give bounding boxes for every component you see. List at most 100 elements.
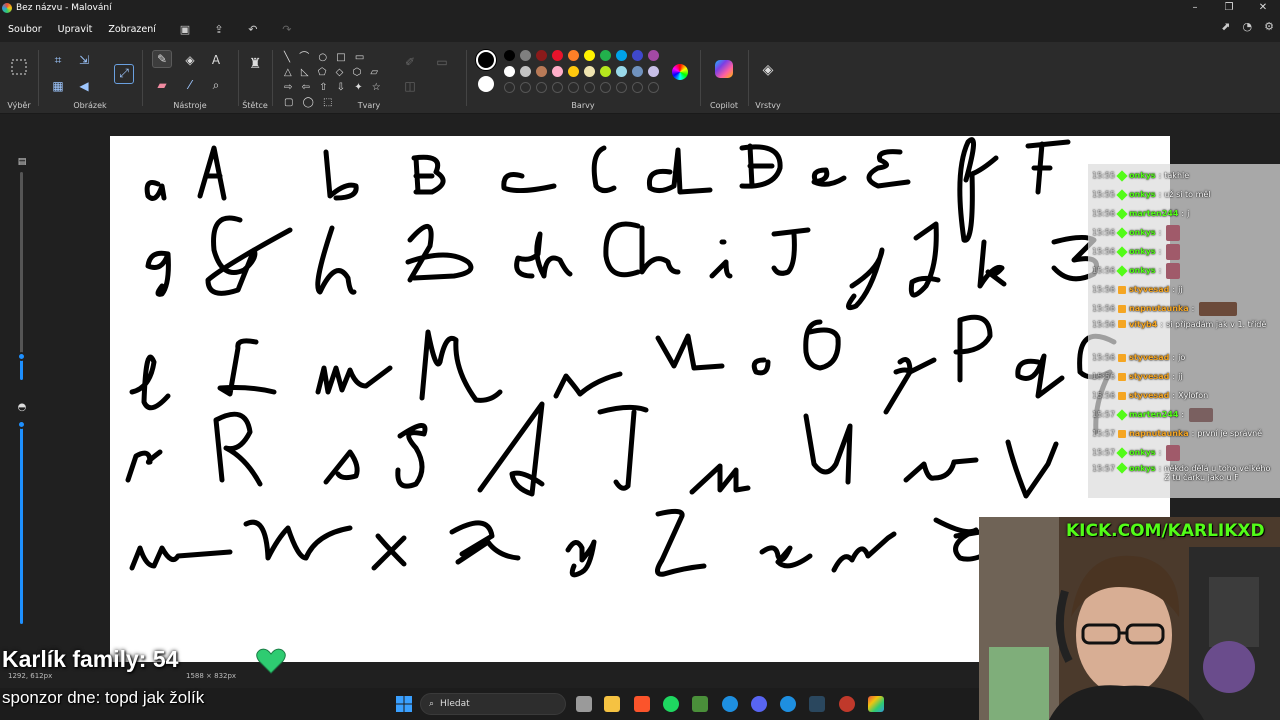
custom-color-slot[interactable] [568,82,579,93]
stroke-j [846,247,885,311]
steam-icon[interactable] [809,696,825,712]
rotate-icon[interactable]: ◀ [76,78,92,94]
app-c-icon[interactable] [780,696,796,712]
paint-taskbar-icon[interactable] [868,696,884,712]
shape-style-icon[interactable]: ◫ [402,78,418,94]
color-swatch[interactable] [616,66,627,77]
ccleaner-icon[interactable] [722,696,738,712]
custom-color-slot[interactable] [600,82,611,93]
shape-fill-icon[interactable]: ▭ [434,54,450,70]
pencil-icon[interactable]: ✎ [152,50,172,68]
crop-icon[interactable]: ⌗ [50,52,66,68]
chat-username[interactable]: vityb4 [1129,320,1157,329]
color-swatch[interactable] [600,50,611,61]
remove-background-icon[interactable]: ▦ [50,78,66,94]
menu-view[interactable]: Zobrazení [100,24,164,35]
magnifier-icon[interactable]: ⌕ [208,77,224,93]
chat-username[interactable]: onkys [1129,228,1156,237]
chat-username[interactable]: onkys [1129,247,1156,256]
custom-color-slot[interactable] [504,82,515,93]
custom-color-slot[interactable] [520,82,531,93]
color-swatch[interactable] [616,50,627,61]
discord-icon[interactable] [751,696,767,712]
color-swatch[interactable] [520,66,531,77]
color-swatch[interactable] [648,50,659,61]
chat-username[interactable]: onkys [1129,190,1156,199]
chat-username[interactable]: onkys [1129,448,1156,457]
color-swatch[interactable] [648,66,659,77]
ribbon-toolbar: Výběr ⌗ ⇲ ⤢ ▦ ◀ Obrázek ✎ ◈ A ▰ ⁄ ⌕ Nást… [0,42,1280,114]
eraser-icon[interactable]: ▰ [154,77,170,93]
color-swatch[interactable] [600,66,611,77]
color-swatch[interactable] [520,50,531,61]
chat-username[interactable]: napnutaunka [1129,429,1189,438]
chat-username[interactable]: styvesad [1129,285,1169,294]
custom-color-slot[interactable] [584,82,595,93]
color-swatch[interactable] [568,66,579,77]
text-icon[interactable]: A [208,52,224,68]
rectangle-select-icon[interactable] [10,58,28,76]
redo-icon[interactable]: ↷ [274,23,300,36]
account-icon[interactable]: ◔ [1243,20,1253,33]
menu-edit[interactable]: Upravit [50,24,101,35]
custom-color-slot[interactable] [552,82,563,93]
stroke-a [144,180,167,201]
chat-username[interactable]: styvesad [1129,353,1169,362]
custom-color-slot[interactable] [536,82,547,93]
windows-start-icon[interactable] [396,696,412,712]
chat-username[interactable]: marten244 [1129,209,1178,218]
color-swatch[interactable] [536,66,547,77]
image-select-icon[interactable]: ⤢ [114,64,134,84]
chat-username[interactable]: onkys [1129,464,1156,473]
color-swatch[interactable] [632,66,643,77]
color-swatch[interactable] [504,66,515,77]
color-swatch[interactable] [504,50,515,61]
color-swatch[interactable] [584,66,595,77]
custom-color-slot[interactable] [648,82,659,93]
opacity-knob[interactable] [17,420,26,429]
color-swatch[interactable] [632,50,643,61]
chat-username[interactable]: onkys [1129,171,1156,180]
opacity-track[interactable] [20,420,23,624]
outline-icon[interactable]: ✐ [402,54,418,70]
brave-browser-icon[interactable] [634,696,650,712]
color-swatch[interactable] [552,66,563,77]
brush-size-track[interactable] [20,172,23,356]
fill-bucket-icon[interactable]: ◈ [182,52,198,68]
task-view-icon[interactable] [576,696,592,712]
color-swatch[interactable] [536,50,547,61]
chat-username[interactable]: styvesad [1129,372,1169,381]
chat-username[interactable]: marten244 [1129,410,1178,419]
menu-file[interactable]: Soubor [0,24,50,35]
share-screen-icon[interactable]: ⬈ [1221,20,1230,33]
color-swatch[interactable] [568,50,579,61]
share-icon[interactable]: ⇪ [206,23,232,36]
color-swatch[interactable] [584,50,595,61]
custom-color-slot[interactable] [616,82,627,93]
brush-size-knob[interactable] [17,352,26,361]
copilot-icon[interactable] [715,60,733,78]
chat-username[interactable]: styvesad [1129,391,1169,400]
settings-gear-icon[interactable]: ⚙ [1264,20,1274,33]
close-button[interactable]: ✕ [1246,0,1280,16]
spotify-icon[interactable] [663,696,679,712]
primary-color-swatch[interactable] [476,50,496,70]
custom-color-slot[interactable] [632,82,643,93]
app-icon[interactable] [692,696,708,712]
chat-username[interactable]: napnutaunka [1129,304,1189,313]
app-red-icon[interactable] [839,696,855,712]
resize-icon[interactable]: ⇲ [76,52,92,68]
file-explorer-icon[interactable] [604,696,620,712]
minimize-button[interactable]: – [1178,0,1212,16]
edit-colors-icon[interactable] [672,64,688,80]
layers-icon[interactable]: ◈ [760,62,776,78]
brush-icon[interactable]: ♜ [247,56,263,72]
color-picker-icon[interactable]: ⁄ [182,77,198,93]
chat-username[interactable]: onkys [1129,266,1156,275]
secondary-color-swatch[interactable] [478,76,494,92]
taskbar-search[interactable]: ⌕ Hledat [420,693,566,715]
undo-icon[interactable]: ↶ [240,23,266,36]
maximize-button[interactable]: ❐ [1212,0,1246,16]
color-swatch[interactable] [552,50,563,61]
save-icon[interactable]: ▣ [172,23,198,36]
